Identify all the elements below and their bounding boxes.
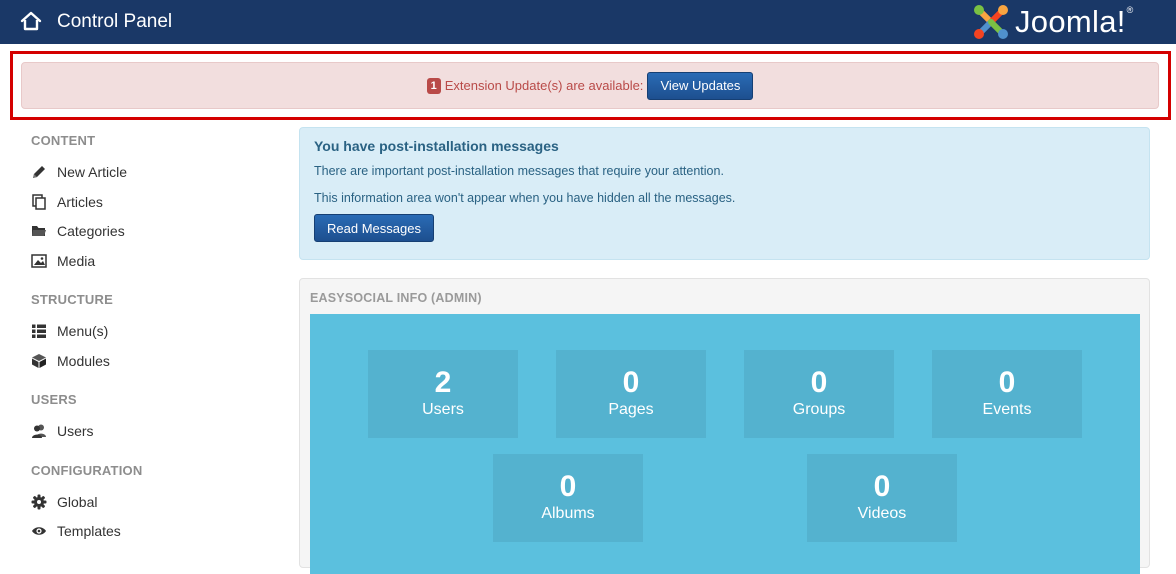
cube-icon — [30, 353, 47, 370]
sidebar-item-label: Templates — [57, 523, 121, 539]
sidebar-item-label: Articles — [57, 194, 103, 210]
stats-panel: 2 Users 0 Pages 0 Groups 0 Events 0 Albu… — [310, 314, 1140, 574]
nav-header-content: CONTENT — [31, 133, 96, 148]
sidebar-item-new-article[interactable]: New Article — [30, 161, 127, 183]
stat-value: 2 — [434, 366, 452, 399]
stat-pages[interactable]: 0 Pages — [556, 350, 706, 438]
stat-users[interactable]: 2 Users — [368, 350, 518, 438]
folder-icon — [30, 223, 47, 240]
stat-label: Pages — [608, 401, 654, 418]
sidebar-item-label: Users — [57, 423, 94, 439]
stat-value: 0 — [998, 366, 1016, 399]
sidebar-item-label: Global — [57, 494, 98, 510]
view-updates-button[interactable]: View Updates — [647, 71, 754, 100]
page-title: Control Panel — [57, 11, 173, 32]
stat-label: Albums — [541, 505, 595, 522]
module-title: EASYSOCIAL INFO (ADMIN) — [310, 291, 482, 305]
sidebar-item-articles[interactable]: Articles — [30, 191, 103, 213]
users-icon — [30, 423, 47, 440]
post-install-note: This information area won't appear when … — [314, 191, 736, 205]
sidebar-item-users[interactable]: Users — [30, 420, 94, 442]
sidebar-item-media[interactable]: Media — [30, 250, 95, 272]
read-messages-button[interactable]: Read Messages — [314, 214, 434, 242]
sidebar-item-label: Modules — [57, 353, 110, 369]
list-icon — [30, 323, 47, 340]
stat-label: Groups — [792, 401, 846, 418]
update-count-badge: 1 — [426, 77, 441, 94]
stat-label: Events — [982, 401, 1032, 418]
joomla-logo[interactable]: Joomla! ® — [972, 3, 1133, 41]
stat-value: 0 — [559, 470, 577, 503]
joomla-logo-icon — [972, 3, 1010, 41]
sidebar-item-label: Menu(s) — [57, 323, 109, 339]
sidebar-item-categories[interactable]: Categories — [30, 220, 125, 242]
sidebar-item-global[interactable]: Global — [30, 491, 97, 513]
post-install-text: There are important post-installation me… — [314, 164, 724, 178]
pencil-icon — [30, 164, 47, 181]
sidebar-item-menus[interactable]: Menu(s) — [30, 320, 108, 342]
stat-videos[interactable]: 0 Videos — [807, 454, 957, 542]
stat-value: 0 — [873, 470, 891, 503]
brand-name: Joomla! — [1015, 4, 1126, 39]
nav-header-users: USERS — [31, 392, 77, 407]
nav-header-configuration: CONFIGURATION — [31, 463, 143, 478]
sidebar-item-templates[interactable]: Templates — [30, 520, 121, 542]
stat-value: 0 — [622, 366, 640, 399]
sidebar-item-label: New Article — [57, 164, 128, 180]
stat-label: Users — [422, 401, 464, 418]
image-icon — [30, 253, 47, 270]
post-install-title: You have post-installation messages — [314, 138, 559, 154]
gear-icon — [30, 494, 47, 511]
sidebar-item-label: Media — [57, 253, 96, 269]
stat-events[interactable]: 0 Events — [932, 350, 1082, 438]
stat-groups[interactable]: 0 Groups — [744, 350, 894, 438]
easysocial-module: EASYSOCIAL INFO (ADMIN) 2 Users 0 Pages … — [299, 278, 1150, 574]
sidebar-item-label: Categories — [57, 223, 125, 239]
sidebar-item-modules[interactable]: Modules — [30, 350, 110, 372]
update-alert-text: Extension Update(s) are available: — [444, 78, 644, 93]
nav-header-structure: STRUCTURE — [31, 292, 113, 307]
update-alert: 1 Extension Update(s) are available: Vie… — [21, 62, 1159, 109]
registered-mark: ® — [1126, 5, 1134, 15]
top-bar: Control Panel Joomla! ® — [0, 0, 1176, 44]
eye-icon — [30, 523, 47, 540]
stat-label: Videos — [857, 505, 907, 522]
stat-value: 0 — [810, 366, 828, 399]
post-install-alert: You have post-installation messages Ther… — [299, 127, 1150, 260]
copy-icon — [30, 194, 47, 211]
stat-albums[interactable]: 0 Albums — [493, 454, 643, 542]
home-icon[interactable] — [20, 10, 42, 32]
